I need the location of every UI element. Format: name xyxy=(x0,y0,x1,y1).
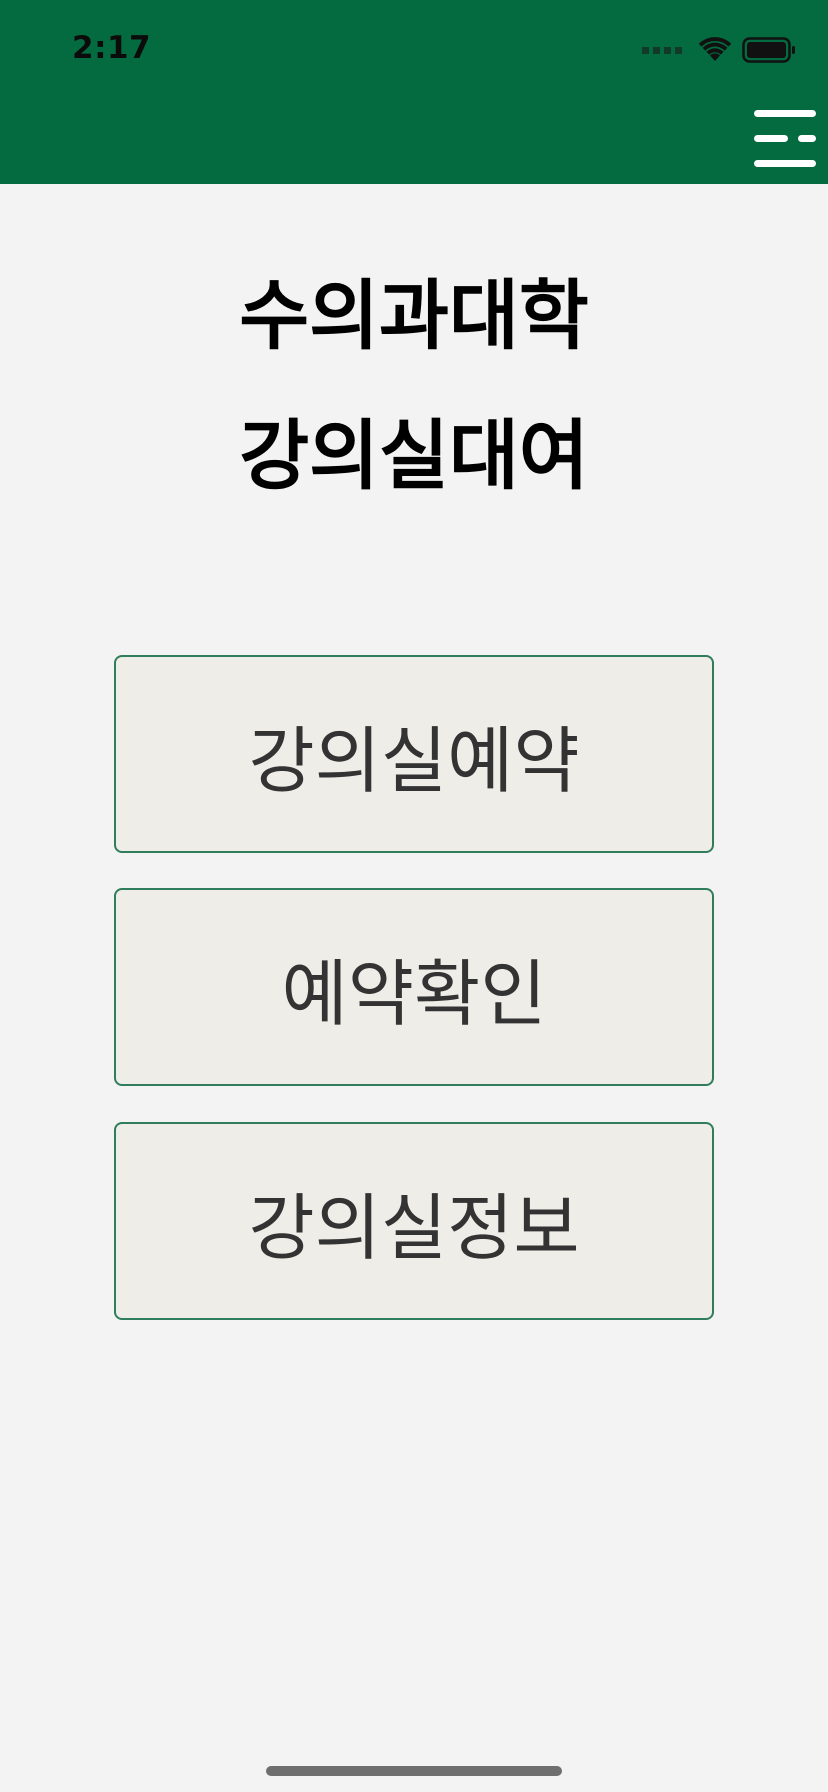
app-header: 2:17 xyxy=(0,0,828,184)
home-indicator xyxy=(266,1766,562,1776)
status-time: 2:17 xyxy=(72,30,152,66)
cellular-signal-icon xyxy=(642,46,682,54)
page-title-line2: 강의실대여 xyxy=(239,411,589,500)
page-title: 수의과대학 강의실대여 xyxy=(0,246,828,526)
reservation-check-button[interactable]: 예약확인 xyxy=(114,888,714,1086)
battery-icon xyxy=(742,37,795,63)
status-icons xyxy=(642,36,796,64)
wifi-icon xyxy=(698,37,732,61)
page-title-line1: 수의과대학 xyxy=(239,271,589,360)
hamburger-menu-icon[interactable] xyxy=(752,110,818,168)
room-info-button[interactable]: 강의실정보 xyxy=(114,1122,714,1320)
room-reservation-button[interactable]: 강의실예약 xyxy=(114,655,714,853)
